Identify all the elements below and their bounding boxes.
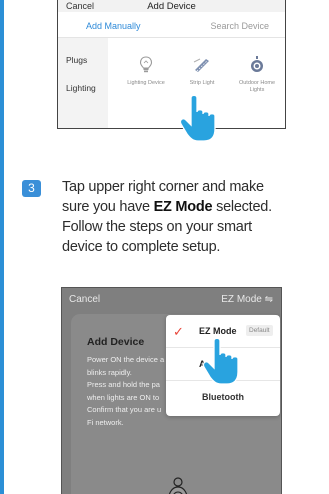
- ez-mode-screenshot: Cancel EZ Mode ⇋ Add Device Power ON the…: [61, 287, 282, 494]
- strip-light-icon: [193, 58, 209, 72]
- check-icon: ✓: [173, 324, 184, 339]
- add-device-screenshot: Cancel Add Device Add Manually Search De…: [57, 0, 286, 129]
- smart-device-icon: [168, 477, 188, 494]
- device-strip-light[interactable]: Strip Light: [176, 56, 228, 87]
- instruction-line: device to complete setup.: [62, 239, 221, 255]
- bulb-icon: [139, 56, 153, 73]
- category-sidebar: Plugs Lighting: [58, 38, 108, 128]
- tap-hand-icon: [202, 337, 239, 385]
- default-badge: Default: [246, 325, 273, 336]
- sidebar-item-plugs[interactable]: Plugs: [66, 55, 87, 65]
- menu-item-label: EZ Mode: [199, 326, 237, 336]
- tab-search-device[interactable]: Search Device: [210, 21, 269, 31]
- menu-item-label: Bluetooth: [202, 392, 244, 402]
- card-line: Fi network.: [87, 417, 124, 427]
- device-lighting[interactable]: Lighting Device: [120, 56, 172, 87]
- device-label: Outdoor Home Lights: [238, 80, 276, 93]
- device-outdoor-home-lights[interactable]: Outdoor Home Lights: [231, 56, 283, 93]
- outdoor-light-icon: [251, 56, 263, 72]
- instruction-line: Tap upper right corner and make: [62, 179, 264, 195]
- device-label: Strip Light: [189, 80, 215, 86]
- step-instructions: Tap upper right corner and make sure you…: [62, 177, 324, 257]
- tab-add-manually[interactable]: Add Manually: [86, 21, 141, 31]
- sidebar-item-lighting[interactable]: Lighting: [66, 83, 96, 93]
- card-title: Add Device: [87, 336, 145, 348]
- instruction-line: Follow the steps on your smart: [62, 219, 252, 235]
- left-accent-rail: [0, 0, 4, 494]
- device-label: Lighting Device: [127, 80, 165, 86]
- cancel-button[interactable]: Cancel: [69, 294, 100, 305]
- instruction-line: sure you have EZ Mode selected.: [62, 199, 272, 215]
- tap-hand-icon: [179, 94, 216, 142]
- ez-mode-emphasis: EZ Mode: [153, 199, 213, 215]
- tab-bar: Add Manually Search Device: [58, 12, 285, 38]
- step-number-badge: 3: [22, 180, 41, 197]
- mode-switch-button[interactable]: EZ Mode ⇋: [221, 294, 273, 305]
- screen-title: Add Device: [147, 1, 196, 12]
- header-bar: Cancel Add Device: [58, 0, 285, 12]
